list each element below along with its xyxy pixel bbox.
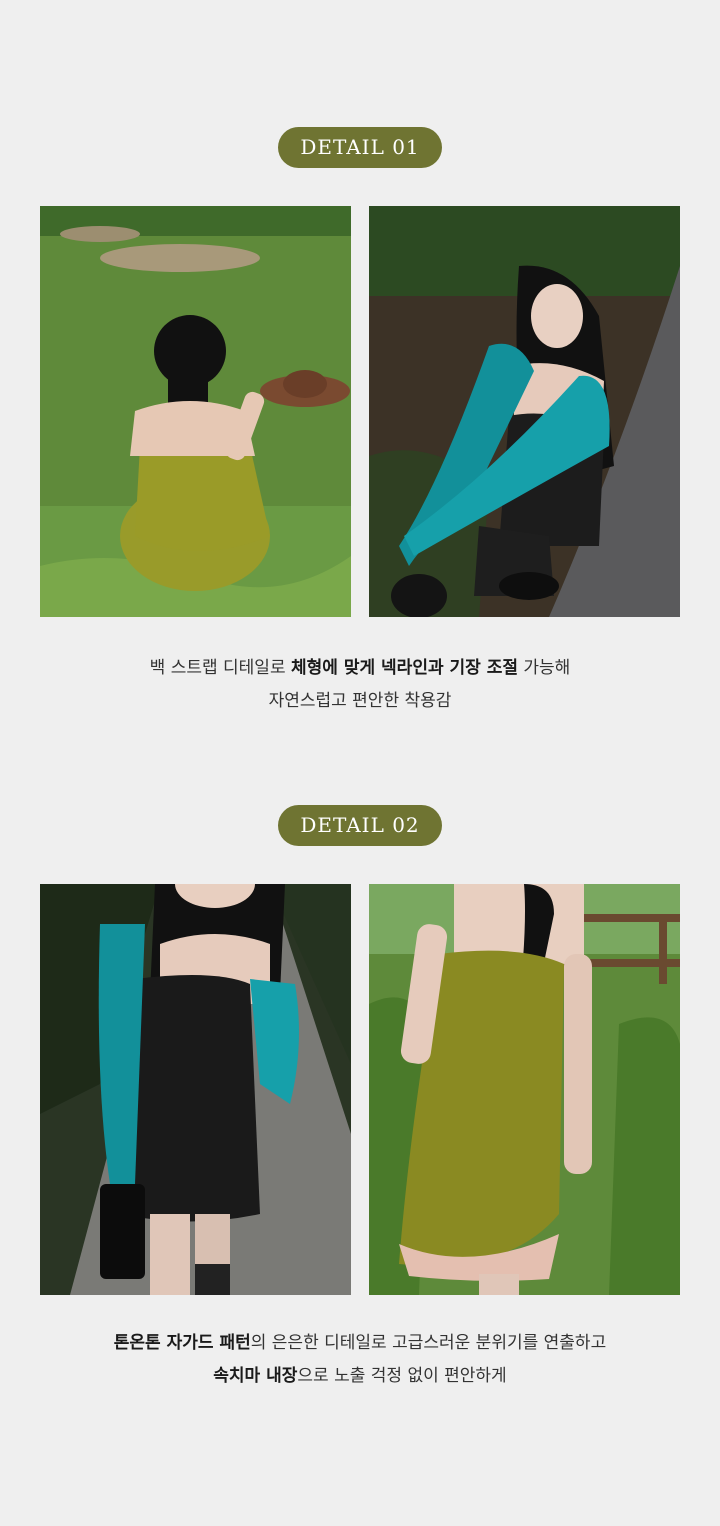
detail-02-badge: DETAIL 02 [278, 805, 442, 846]
photo-black-dress-front-view [40, 884, 351, 1295]
detail-02-caption-line-2: 속치마 내장으로 노출 걱정 없이 편안하게 [213, 1366, 507, 1386]
detail-02-caption-line-1: 톤온톤 자가드 패턴의 은은한 디테일로 고급스러운 분위기를 연출하고 [113, 1333, 607, 1353]
detail-01-caption-line-2: 자연스럽고 편안한 착용감 [268, 691, 452, 711]
detail-02-caption: 톤온톤 자가드 패턴의 은은한 디테일로 고급스러운 분위기를 연출하고 속치마… [0, 1327, 720, 1393]
photo-teal-cardigan-crouching [369, 206, 680, 617]
photo-olive-dress-back-view [40, 206, 351, 617]
detail-01-caption: 백 스트랩 디테일로 체형에 맞게 넥라인과 기장 조절 가능해 자연스럽고 편… [0, 652, 720, 718]
detail-01-badge: DETAIL 01 [278, 127, 442, 168]
photo-olive-dress-front-view [369, 884, 680, 1295]
detail-01-caption-line-1: 백 스트랩 디테일로 체형에 맞게 넥라인과 기장 조절 가능해 [149, 658, 571, 678]
